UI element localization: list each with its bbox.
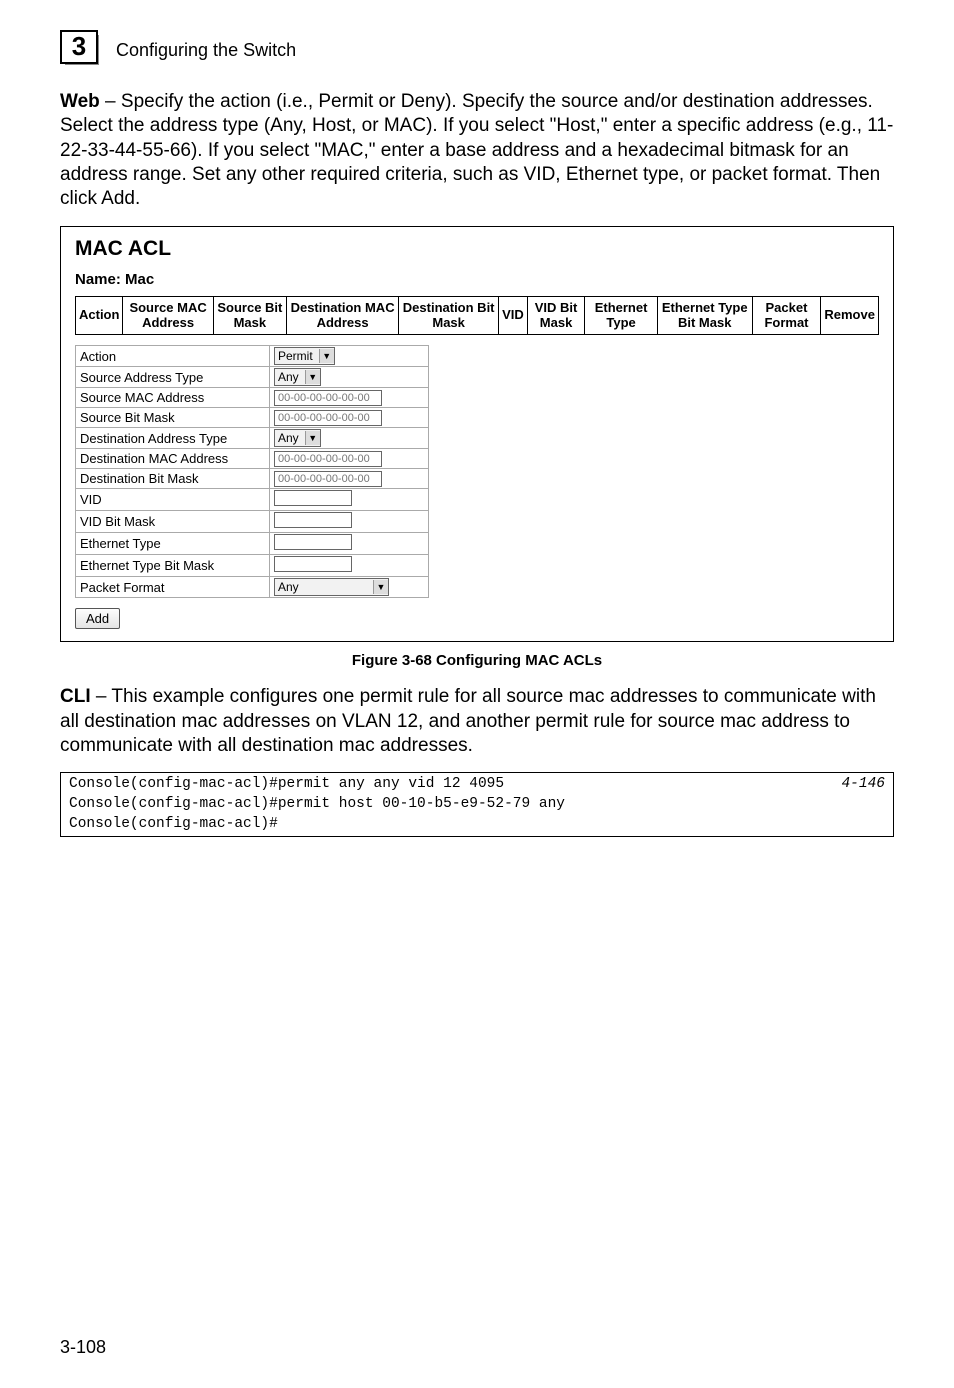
chapter-number-icon: 3 (60, 30, 102, 70)
col-dest-mac: Destination MAC Address (287, 296, 399, 335)
row-eth-type-mask-label: Ethernet Type Bit Mask (76, 555, 270, 577)
intro-label: Web (60, 91, 100, 112)
acl-form-table: Action Permit ▼ Source Address Type Any … (75, 345, 429, 598)
dest-address-type-value: Any (278, 431, 299, 445)
chevron-down-icon: ▼ (305, 431, 320, 445)
row-src-addr-type-label: Source Address Type (76, 367, 270, 388)
packet-format-select[interactable]: Any ▼ (274, 578, 389, 596)
panel-name-label: Name: (75, 271, 121, 288)
acl-columns-table: Action Source MAC Address Source Bit Mas… (75, 296, 879, 336)
row-eth-type-label: Ethernet Type (76, 533, 270, 555)
cli-text: – This example configures one permit rul… (60, 686, 876, 756)
row-src-mac-label: Source MAC Address (76, 388, 270, 408)
row-dst-mask-label: Destination Bit Mask (76, 469, 270, 489)
source-address-type-value: Any (278, 370, 299, 384)
row-pkt-fmt-label: Packet Format (76, 577, 270, 598)
ethernet-type-input[interactable] (274, 534, 352, 550)
packet-format-value: Any (278, 580, 299, 594)
cli-paragraph: CLI – This example configures one permit… (60, 685, 894, 758)
dest-mac-input[interactable]: 00-00-00-00-00-00 (274, 451, 382, 467)
ethernet-type-bitmask-input[interactable] (274, 556, 352, 572)
panel-name: Name: Mac (75, 271, 879, 288)
source-bitmask-input[interactable]: 00-00-00-00-00-00 (274, 410, 382, 426)
col-action: Action (76, 296, 123, 335)
source-mac-input[interactable]: 00-00-00-00-00-00 (274, 390, 382, 406)
col-source-mac: Source MAC Address (123, 296, 213, 335)
dest-address-type-select[interactable]: Any ▼ (274, 429, 321, 447)
page-number: 3-108 (60, 1337, 106, 1358)
col-eth-type-bitmask: Ethernet Type Bit Mask (657, 296, 752, 335)
intro-paragraph: Web – Specify the action (i.e., Permit o… (60, 90, 894, 212)
row-dst-mac-label: Destination MAC Address (76, 449, 270, 469)
intro-text: – Specify the action (i.e., Permit or De… (60, 91, 893, 209)
col-source-bitmask: Source Bit Mask (213, 296, 286, 335)
row-dst-addr-type-label: Destination Address Type (76, 428, 270, 449)
action-select-value: Permit (278, 349, 313, 363)
row-vid-label: VID (76, 489, 270, 511)
figure-caption: Figure 3-68 Configuring MAC ACLs (60, 652, 894, 669)
mac-acl-panel: MAC ACL Name: Mac Action Source MAC Addr… (60, 226, 894, 643)
chapter-title: Configuring the Switch (116, 40, 296, 61)
col-vid: VID (499, 296, 528, 335)
cli-label: CLI (60, 686, 91, 707)
vid-input[interactable] (274, 490, 352, 506)
panel-title: MAC ACL (75, 237, 879, 261)
action-select[interactable]: Permit ▼ (274, 347, 335, 365)
cli-page-ref: 4-146 (841, 775, 885, 795)
panel-name-value: Mac (125, 271, 154, 288)
chevron-down-icon: ▼ (373, 580, 388, 594)
dest-bitmask-input[interactable]: 00-00-00-00-00-00 (274, 471, 382, 487)
col-remove: Remove (821, 296, 879, 335)
chevron-down-icon: ▼ (319, 349, 334, 363)
cli-example-box: 4-146 Console(config-mac-acl)#permit any … (60, 772, 894, 837)
row-action-label: Action (76, 346, 270, 367)
col-packet-format: Packet Format (752, 296, 821, 335)
cli-lines: Console(config-mac-acl)#permit any any v… (69, 776, 565, 831)
vid-bitmask-input[interactable] (274, 512, 352, 528)
col-vid-bitmask: VID Bit Mask (527, 296, 584, 335)
add-button[interactable]: Add (75, 608, 120, 629)
row-vid-mask-label: VID Bit Mask (76, 511, 270, 533)
chapter-number: 3 (60, 30, 98, 64)
chapter-header: 3 Configuring the Switch (60, 30, 894, 70)
source-address-type-select[interactable]: Any ▼ (274, 368, 321, 386)
row-src-mask-label: Source Bit Mask (76, 408, 270, 428)
col-dest-bitmask: Destination Bit Mask (399, 296, 499, 335)
col-eth-type: Ethernet Type (585, 296, 658, 335)
chevron-down-icon: ▼ (305, 370, 320, 384)
